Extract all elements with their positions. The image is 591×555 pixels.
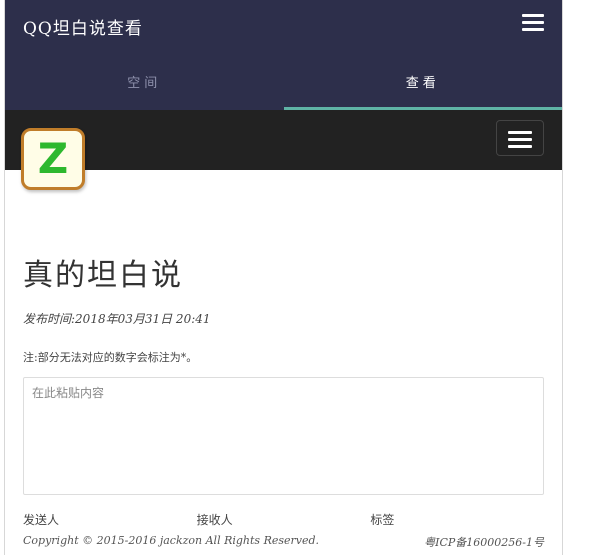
main-content: 真的坦白说 发布时间:2018年03月31日 20:41 注:部分无法对应的数字… xyxy=(23,250,544,550)
sender-label: 发送人 xyxy=(23,513,60,527)
note-text: 注:部分无法对应的数字会标注为*。 xyxy=(23,351,198,364)
app-title: QQ坦白说查看 xyxy=(23,19,143,39)
navbar-toggle-button[interactable] xyxy=(496,120,544,156)
icp-link[interactable]: 粤ICP备16000256-1号 xyxy=(424,534,544,550)
tab-bar: 空间 查看 xyxy=(5,66,562,110)
logo-letter: Z xyxy=(37,134,69,183)
tab-space[interactable]: 空间 xyxy=(5,66,284,110)
navbar xyxy=(5,110,562,170)
app-header: QQ坦白说查看 空间 查看 xyxy=(5,0,562,110)
field-labels: 发送人 接收人 标签 xyxy=(23,511,544,528)
receiver-label: 接收人 xyxy=(196,513,233,527)
tab-view[interactable]: 查看 xyxy=(283,66,563,110)
hamburger-menu-icon[interactable] xyxy=(522,14,544,32)
copyright-text: Copyright © 2015-2016 jackzon All Rights… xyxy=(23,534,320,547)
logo: Z xyxy=(21,128,85,190)
publish-time: 发布时间:2018年03月31日 20:41 xyxy=(23,312,211,326)
app-frame: QQ坦白说查看 空间 查看 Z 真的坦白说 发布时间:2018年03月31日 2… xyxy=(4,0,563,555)
paste-content-input[interactable] xyxy=(23,377,544,495)
tag-label: 标签 xyxy=(370,513,395,527)
footer: Copyright © 2015-2016 jackzon All Rights… xyxy=(23,534,544,550)
post-title: 真的坦白说 xyxy=(23,258,183,293)
